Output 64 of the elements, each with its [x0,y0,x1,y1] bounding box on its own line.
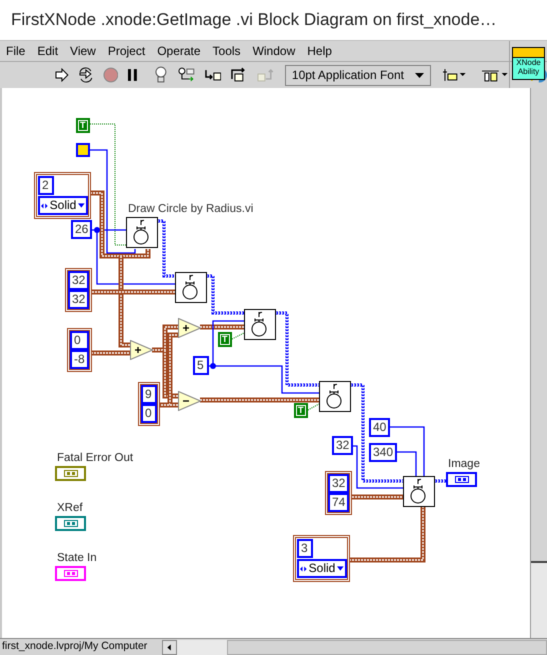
window-title: FirstXNode .xnode:GetImage .vi Block Diagram on first_xnode… [11,9,497,32]
menu-item[interactable]: Help [307,42,332,60]
add-node [178,318,201,338]
array-element: 32 [68,271,90,290]
terminal-label: XRef [57,501,83,516]
terminal-label: Image [448,457,480,472]
menu-item[interactable]: Tools [212,42,241,60]
array-element: 0 [141,404,157,423]
node-label: Draw Circle by Radius.vi [128,202,254,217]
boolean-constant: T [294,403,308,418]
menu-item[interactable]: File [6,42,26,60]
array-element: 32 [68,290,90,309]
array-element: 9 [141,385,157,404]
increment-arrows-icon[interactable] [41,202,48,208]
enum-constant[interactable]: Solid [38,196,88,215]
scroll-left-icon[interactable] [162,640,177,654]
array-element: 32 [328,474,350,493]
menu-item[interactable]: Operate [157,42,201,60]
array-element: 74 [328,493,350,512]
font-dropdown[interactable]: 10pt Application Font [284,64,431,86]
terminal-label: Fatal Error Out [57,451,134,466]
wire-junction [94,227,100,233]
vertical-scrollbar[interactable] [530,88,547,638]
status-bar-path: first_xnode.lvproj/My Computer [1,639,148,654]
vi-icon-tile: XNode Ability [512,47,545,80]
numeric-constant: 2 [38,176,54,195]
array-element: -8 [70,350,89,369]
numeric-constant: 340 [369,443,398,462]
menu-item[interactable]: Window [252,42,296,60]
numeric-constant: 5 [193,356,209,375]
wire [206,274,244,314]
menu-item[interactable]: View [70,42,96,60]
enum-constant[interactable]: Solid [297,559,347,578]
boolean-constant: T [218,332,232,347]
array-element: 0 [70,331,89,350]
numeric-constant: 40 [369,418,390,437]
numeric-constant: 26 [71,220,92,239]
run-continuously-icon[interactable] [78,67,94,83]
distribute-objects-icon[interactable] [480,68,508,82]
terminal-glyph-icon [454,476,468,483]
subtract-node [178,391,201,411]
terminal-glyph-icon [64,520,78,527]
align-objects-icon[interactable] [442,68,466,82]
terminal-glyph-icon [64,570,78,577]
probe-icon[interactable] [176,67,195,83]
increment-arrows-icon[interactable] [300,566,307,572]
terminal-glyph-icon [64,470,78,477]
terminal-label: State In [57,551,97,566]
menu-item[interactable]: Edit [37,42,58,60]
menu-item[interactable]: Project [108,42,146,60]
color-constant [76,143,90,157]
dropdown-caret-icon [337,566,344,571]
numeric-constant: 3 [297,539,313,558]
numeric-constant: 32 [332,436,354,455]
dropdown-caret-icon [414,72,424,78]
horizontal-scrollbar[interactable] [177,640,547,654]
step-into-icon[interactable] [204,68,222,82]
pause-icon[interactable] [127,68,140,82]
boolean-constant: T [76,118,90,133]
run-arrow-icon[interactable] [55,68,69,82]
wire-junction [210,363,216,369]
lightbulb-icon[interactable] [154,66,168,84]
dropdown-caret-icon [78,203,85,208]
add-node [130,340,153,360]
